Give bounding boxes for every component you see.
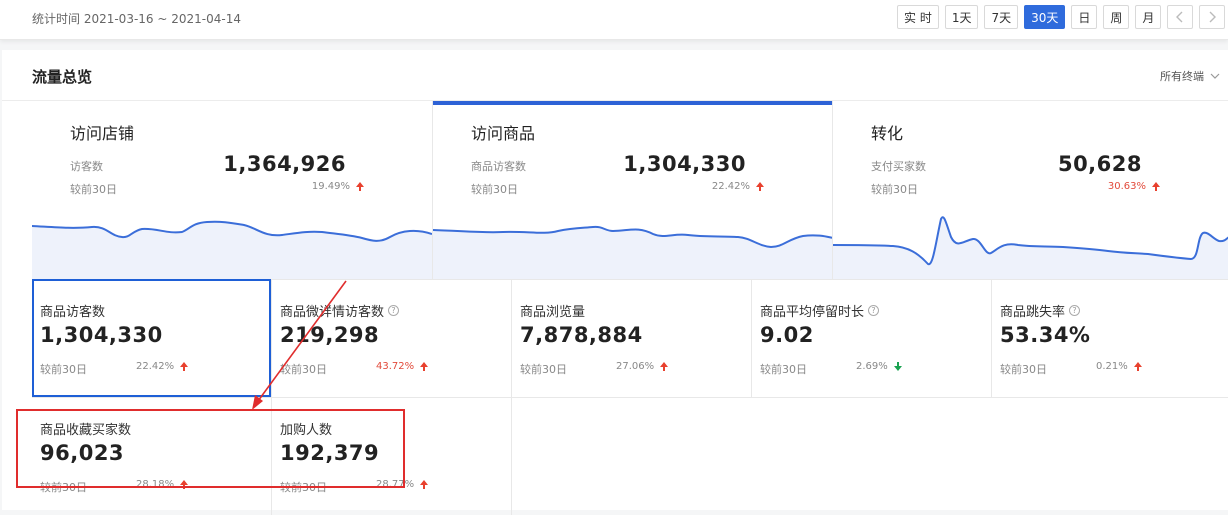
annotation-arrow <box>252 280 347 410</box>
